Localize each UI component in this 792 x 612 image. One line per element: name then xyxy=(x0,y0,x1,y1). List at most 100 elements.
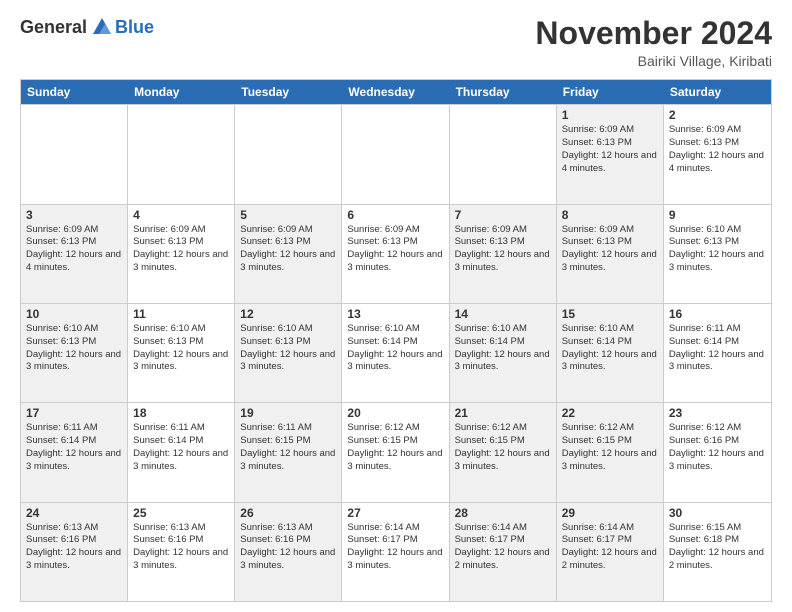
header-sunday: Sunday xyxy=(21,80,128,104)
day-number: 6 xyxy=(347,208,443,222)
calendar-cell-r2-c4: 14Sunrise: 6:10 AM Sunset: 6:14 PM Dayli… xyxy=(450,304,557,402)
day-number: 16 xyxy=(669,307,766,321)
day-number: 12 xyxy=(240,307,336,321)
calendar-header: Sunday Monday Tuesday Wednesday Thursday… xyxy=(21,80,771,104)
calendar-cell-r4-c3: 27Sunrise: 6:14 AM Sunset: 6:17 PM Dayli… xyxy=(342,503,449,601)
day-number: 19 xyxy=(240,406,336,420)
calendar: Sunday Monday Tuesday Wednesday Thursday… xyxy=(20,79,772,602)
calendar-cell-r3-c3: 20 Sunrise: 6:12 AM Sunset: 6:15 PM Dayli… xyxy=(342,403,449,501)
calendar-cell-r1-c2: 5 Sunrise: 6:09 AM Sunset: 6:13 PM Daylig… xyxy=(235,205,342,303)
day-number: 1 xyxy=(562,108,658,122)
day-info: Sunrise: 6:11 AM Sunset: 6:14 PM Dayligh… xyxy=(669,323,766,374)
day-number: 10 xyxy=(26,307,122,321)
day-info: Sunrise: 6:10 AM Sunset: 6:13 PM Dayligh… xyxy=(669,224,766,275)
location: Bairiki Village, Kiribati xyxy=(535,53,772,69)
month-title: November 2024 xyxy=(535,16,772,51)
day-number: 17 xyxy=(26,406,122,420)
day-info: Sunrise: 6:09 AM Sunset: 6:13 PM Dayligh… xyxy=(240,224,336,275)
day-number: 13 xyxy=(347,307,443,321)
calendar-body: 1 Sunrise: 6:09 AM Sunset: 6:13 PM Daylig… xyxy=(21,104,771,601)
calendar-row-0: 1 Sunrise: 6:09 AM Sunset: 6:13 PM Daylig… xyxy=(21,104,771,203)
day-info: Sunrise: 6:10 AM Sunset: 6:14 PM Dayligh… xyxy=(562,323,658,374)
header-friday: Friday xyxy=(557,80,664,104)
header-monday: Monday xyxy=(128,80,235,104)
day-info: Sunrise: 6:09 AM Sunset: 6:13 PM Dayligh… xyxy=(455,224,551,275)
day-info: Sunrise: 6:12 AM Sunset: 6:15 PM Dayligh… xyxy=(562,422,658,473)
day-number: 28 xyxy=(455,506,551,520)
day-number: 2 xyxy=(669,108,766,122)
day-info: Sunrise: 6:13 AM Sunset: 6:16 PM Dayligh… xyxy=(26,522,122,573)
calendar-cell-r0-c4 xyxy=(450,105,557,203)
day-number: 9 xyxy=(669,208,766,222)
logo-general-text: General xyxy=(20,17,87,38)
day-info: Sunrise: 6:12 AM Sunset: 6:15 PM Dayligh… xyxy=(455,422,551,473)
calendar-cell-r4-c5: 29 Sunrise: 6:14 AM Sunset: 6:17 PM Dayli… xyxy=(557,503,664,601)
page: General Blue November 2024 Bairiki Villa… xyxy=(0,0,792,612)
logo: General Blue xyxy=(20,16,154,38)
day-info: Sunrise: 6:09 AM Sunset: 6:13 PM Dayligh… xyxy=(562,224,658,275)
day-info: Sunrise: 6:10 AM Sunset: 6:13 PM Dayligh… xyxy=(26,323,122,374)
calendar-cell-r4-c1: 25 Sunrise: 6:13 AM Sunset: 6:16 PM Dayli… xyxy=(128,503,235,601)
calendar-cell-r3-c2: 19 Sunrise: 6:11 AM Sunset: 6:15 PM Dayli… xyxy=(235,403,342,501)
day-number: 18 xyxy=(133,406,229,420)
day-info: Sunrise: 6:10 AM Sunset: 6:13 PM Dayligh… xyxy=(240,323,336,374)
calendar-cell-r4-c6: 30 Sunrise: 6:15 AM Sunset: 6:18 PM Dayli… xyxy=(664,503,771,601)
calendar-row-1: 3 Sunrise: 6:09 AM Sunset: 6:13 PM Daylig… xyxy=(21,204,771,303)
day-number: 25 xyxy=(133,506,229,520)
day-info: Sunrise: 6:10 AM Sunset: 6:14 PM Dayligh… xyxy=(347,323,443,374)
header-tuesday: Tuesday xyxy=(235,80,342,104)
day-number: 27 xyxy=(347,506,443,520)
calendar-cell-r4-c4: 28 Sunrise: 6:14 AM Sunset: 6:17 PM Dayli… xyxy=(450,503,557,601)
calendar-row-2: 10 Sunrise: 6:10 AM Sunset: 6:13 PM Dayli… xyxy=(21,303,771,402)
day-number: 5 xyxy=(240,208,336,222)
calendar-cell-r1-c3: 6 Sunrise: 6:09 AM Sunset: 6:13 PM Daylig… xyxy=(342,205,449,303)
calendar-cell-r3-c5: 22 Sunrise: 6:12 AM Sunset: 6:15 PM Dayli… xyxy=(557,403,664,501)
logo-blue-text: Blue xyxy=(115,17,154,38)
calendar-cell-r2-c0: 10 Sunrise: 6:10 AM Sunset: 6:13 PM Dayli… xyxy=(21,304,128,402)
day-number: 29 xyxy=(562,506,658,520)
title-section: November 2024 Bairiki Village, Kiribati xyxy=(535,16,772,69)
header: General Blue November 2024 Bairiki Villa… xyxy=(20,16,772,69)
day-info: Sunrise: 6:09 AM Sunset: 6:13 PM Dayligh… xyxy=(562,124,658,175)
calendar-cell-r2-c1: 11Sunrise: 6:10 AM Sunset: 6:13 PM Dayli… xyxy=(128,304,235,402)
calendar-cell-r2-c2: 12 Sunrise: 6:10 AM Sunset: 6:13 PM Dayli… xyxy=(235,304,342,402)
calendar-cell-r1-c5: 8 Sunrise: 6:09 AM Sunset: 6:13 PM Daylig… xyxy=(557,205,664,303)
day-info: Sunrise: 6:11 AM Sunset: 6:15 PM Dayligh… xyxy=(240,422,336,473)
day-info: Sunrise: 6:13 AM Sunset: 6:16 PM Dayligh… xyxy=(133,522,229,573)
calendar-cell-r2-c6: 16 Sunrise: 6:11 AM Sunset: 6:14 PM Dayli… xyxy=(664,304,771,402)
day-info: Sunrise: 6:14 AM Sunset: 6:17 PM Dayligh… xyxy=(455,522,551,573)
day-info: Sunrise: 6:09 AM Sunset: 6:13 PM Dayligh… xyxy=(669,124,766,175)
day-info: Sunrise: 6:09 AM Sunset: 6:13 PM Dayligh… xyxy=(26,224,122,275)
calendar-cell-r0-c5: 1 Sunrise: 6:09 AM Sunset: 6:13 PM Daylig… xyxy=(557,105,664,203)
day-number: 23 xyxy=(669,406,766,420)
logo-icon xyxy=(91,16,113,38)
day-number: 8 xyxy=(562,208,658,222)
day-number: 20 xyxy=(347,406,443,420)
calendar-cell-r1-c0: 3 Sunrise: 6:09 AM Sunset: 6:13 PM Daylig… xyxy=(21,205,128,303)
day-info: Sunrise: 6:12 AM Sunset: 6:15 PM Dayligh… xyxy=(347,422,443,473)
day-number: 24 xyxy=(26,506,122,520)
day-info: Sunrise: 6:11 AM Sunset: 6:14 PM Dayligh… xyxy=(133,422,229,473)
day-number: 14 xyxy=(455,307,551,321)
day-number: 3 xyxy=(26,208,122,222)
day-info: Sunrise: 6:15 AM Sunset: 6:18 PM Dayligh… xyxy=(669,522,766,573)
day-info: Sunrise: 6:13 AM Sunset: 6:16 PM Dayligh… xyxy=(240,522,336,573)
day-number: 22 xyxy=(562,406,658,420)
calendar-cell-r3-c6: 23 Sunrise: 6:12 AM Sunset: 6:16 PM Dayli… xyxy=(664,403,771,501)
calendar-cell-r1-c1: 4Sunrise: 6:09 AM Sunset: 6:13 PM Daylig… xyxy=(128,205,235,303)
day-info: Sunrise: 6:12 AM Sunset: 6:16 PM Dayligh… xyxy=(669,422,766,473)
calendar-cell-r0-c3 xyxy=(342,105,449,203)
calendar-cell-r3-c1: 18 Sunrise: 6:11 AM Sunset: 6:14 PM Dayli… xyxy=(128,403,235,501)
day-info: Sunrise: 6:14 AM Sunset: 6:17 PM Dayligh… xyxy=(562,522,658,573)
calendar-cell-r0-c6: 2 Sunrise: 6:09 AM Sunset: 6:13 PM Daylig… xyxy=(664,105,771,203)
header-saturday: Saturday xyxy=(664,80,771,104)
day-info: Sunrise: 6:09 AM Sunset: 6:13 PM Dayligh… xyxy=(347,224,443,275)
day-number: 11 xyxy=(133,307,229,321)
calendar-cell-r3-c4: 21Sunrise: 6:12 AM Sunset: 6:15 PM Dayli… xyxy=(450,403,557,501)
calendar-cell-r0-c0 xyxy=(21,105,128,203)
day-number: 30 xyxy=(669,506,766,520)
calendar-cell-r4-c0: 24 Sunrise: 6:13 AM Sunset: 6:16 PM Dayli… xyxy=(21,503,128,601)
calendar-cell-r2-c3: 13 Sunrise: 6:10 AM Sunset: 6:14 PM Dayli… xyxy=(342,304,449,402)
day-info: Sunrise: 6:09 AM Sunset: 6:13 PM Dayligh… xyxy=(133,224,229,275)
calendar-row-3: 17 Sunrise: 6:11 AM Sunset: 6:14 PM Dayli… xyxy=(21,402,771,501)
